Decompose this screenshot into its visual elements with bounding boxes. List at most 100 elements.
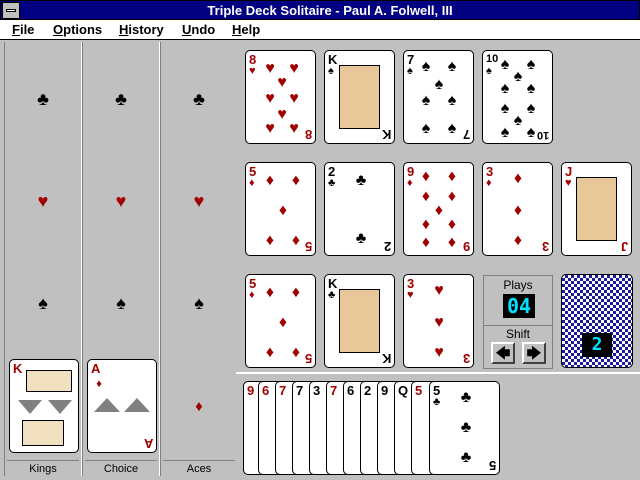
card-rank-corner: 7	[462, 127, 470, 142]
tableau-card[interactable]: 5 ♦ ♦ ♦ ♦ ♦ ♦ 5	[245, 274, 316, 368]
tableau-card[interactable]: 10 ♠ ♠ ♠ ♠ ♠ ♠ ♠ ♠ ♠ ♠ ♠ 10	[482, 50, 553, 144]
club-icon: ♣	[37, 89, 49, 109]
card-rank-corner: 5	[304, 351, 312, 366]
card-rank: 3	[313, 383, 321, 398]
diamond-icon: ♦	[447, 168, 457, 185]
diamond-icon: ♦	[486, 177, 492, 189]
card-rank-corner: 5	[488, 458, 496, 473]
spade-icon: ♠	[421, 58, 431, 75]
spade-icon: ♠	[421, 92, 431, 109]
heart-icon: ♥	[565, 177, 572, 189]
heart-icon: ♥	[434, 282, 444, 299]
diamond-icon: ♦	[265, 284, 275, 301]
spade-icon: ♠	[486, 65, 492, 77]
system-menu-icon	[6, 9, 16, 12]
shift-right-button[interactable]: 🡆	[522, 342, 546, 364]
card-rank-corner: K	[381, 351, 391, 366]
heart-icon: ♥	[249, 65, 256, 77]
tableau-card[interactable]: 3 ♦ ♦ ♦ ♦ 3	[482, 162, 553, 256]
diamond-icon: ♦	[421, 234, 431, 251]
diamond-icon: ♦	[407, 177, 413, 189]
hand-card[interactable]: 5 ♣ ♣ ♣ ♣ 5	[429, 381, 500, 475]
menu-file[interactable]: File	[12, 22, 34, 37]
choice-column[interactable]: ♣ ♥ ♠ A ♦ A Choice	[82, 42, 160, 476]
diamond-icon: ♦	[265, 172, 275, 189]
spade-icon: ♠	[38, 293, 48, 313]
menu-help[interactable]: Help	[232, 22, 260, 37]
draw-deck[interactable]: 2	[561, 274, 633, 368]
choice-label: Choice	[85, 460, 157, 476]
diamond-icon: ♦	[291, 284, 301, 301]
choice-card[interactable]: A ♦ A	[87, 359, 157, 453]
card-rank: 2	[364, 383, 372, 398]
diamond-icon: ♦	[249, 289, 255, 301]
arrow-left-icon: 🡄	[495, 345, 511, 361]
spade-icon: ♠	[328, 65, 334, 77]
deck-count: 2	[582, 333, 612, 357]
chevron-down-icon	[18, 400, 42, 414]
card-rank-corner: K	[381, 127, 391, 142]
menu-undo[interactable]: Undo	[182, 22, 215, 37]
tableau-card[interactable]: 2 ♣ ♣ ♣ 2	[324, 162, 395, 256]
chevron-down-icon	[48, 400, 72, 414]
plays-label: Plays	[503, 278, 533, 292]
diamond-icon: ♦	[513, 170, 523, 187]
arrow-right-icon: 🡆	[526, 345, 542, 361]
kings-label: Kings	[7, 460, 79, 476]
diamond-icon: ♦	[96, 378, 102, 390]
club-icon: ♣	[460, 389, 472, 406]
card-rank-corner: 10	[536, 129, 549, 141]
kings-card[interactable]: K	[9, 359, 79, 453]
card-rank-corner: 9	[462, 239, 470, 254]
card-rank-corner: A	[143, 436, 153, 451]
tableau-card[interactable]: 3 ♥ ♥ ♥ ♥ 3	[403, 274, 474, 368]
spade-icon: ♠	[434, 76, 444, 93]
king-face	[339, 65, 380, 129]
tableau-card[interactable]: 5 ♦ ♦ ♦ ♦ ♦ ♦ 5	[245, 162, 316, 256]
tableau-card[interactable]: 7 ♠ ♠ ♠ ♠ ♠ ♠ ♠ ♠ 7	[403, 50, 474, 144]
diamond-icon: ♦	[265, 232, 275, 249]
club-icon: ♣	[433, 396, 441, 408]
card-rank: K	[13, 361, 23, 376]
system-menu-button[interactable]	[2, 2, 20, 19]
card-rank-corner: 8	[304, 127, 312, 142]
card-rank: 7	[279, 383, 287, 398]
title-bar: Triple Deck Solitaire - Paul A. Folwell,…	[0, 0, 640, 20]
tableau-card[interactable]: K ♣ K	[324, 274, 395, 368]
spade-icon: ♠	[500, 124, 510, 141]
heart-icon: ♥	[289, 120, 299, 137]
card-rank: 7	[330, 383, 338, 398]
kings-column[interactable]: ♣ ♥ ♠ K Kings	[4, 42, 82, 476]
aces-column[interactable]: ♣ ♥ ♠ ♦ Aces	[160, 42, 238, 476]
tableau-card[interactable]: 8 ♥ ♥ ♥ ♥ ♥ ♥ ♥ ♥ ♥ 8	[245, 50, 316, 144]
diamond-icon: ♦	[195, 398, 203, 415]
window-title: Triple Deck Solitaire - Paul A. Folwell,…	[207, 3, 453, 18]
menu-history[interactable]: History	[119, 22, 164, 37]
spade-icon: ♠	[194, 293, 204, 313]
diamond-icon: ♦	[291, 232, 301, 249]
heart-icon: ♥	[265, 90, 275, 107]
shift-left-button[interactable]: 🡄	[491, 342, 515, 364]
heart-icon: ♥	[265, 120, 275, 137]
card-rank-corner: 5	[304, 239, 312, 254]
menu-options[interactable]: Options	[53, 22, 102, 37]
card-rank-corner: 2	[383, 239, 391, 254]
spade-icon: ♠	[447, 120, 457, 137]
diamond-icon: ♦	[278, 314, 288, 331]
diamond-icon: ♦	[278, 202, 288, 219]
card-rank: 9	[247, 383, 255, 398]
spade-icon: ♠	[447, 92, 457, 109]
spade-icon: ♠	[447, 58, 457, 75]
tableau-card[interactable]: J ♥ J	[561, 162, 632, 256]
card-rank-corner: 3	[541, 239, 549, 254]
club-icon: ♣	[115, 89, 127, 109]
card-rank: 5	[415, 383, 423, 398]
spade-icon: ♠	[526, 80, 536, 97]
tableau-card[interactable]: 9 ♦ ♦ ♦ ♦ ♦ ♦ ♦ ♦ ♦ ♦ 9	[403, 162, 474, 256]
heart-icon: ♥	[434, 314, 444, 331]
plays-counter: 04	[503, 294, 535, 318]
tableau-card[interactable]: K ♠ K	[324, 50, 395, 144]
heart-icon: ♥	[434, 344, 444, 361]
king-face-top	[26, 370, 72, 392]
diamond-icon: ♦	[265, 344, 275, 361]
